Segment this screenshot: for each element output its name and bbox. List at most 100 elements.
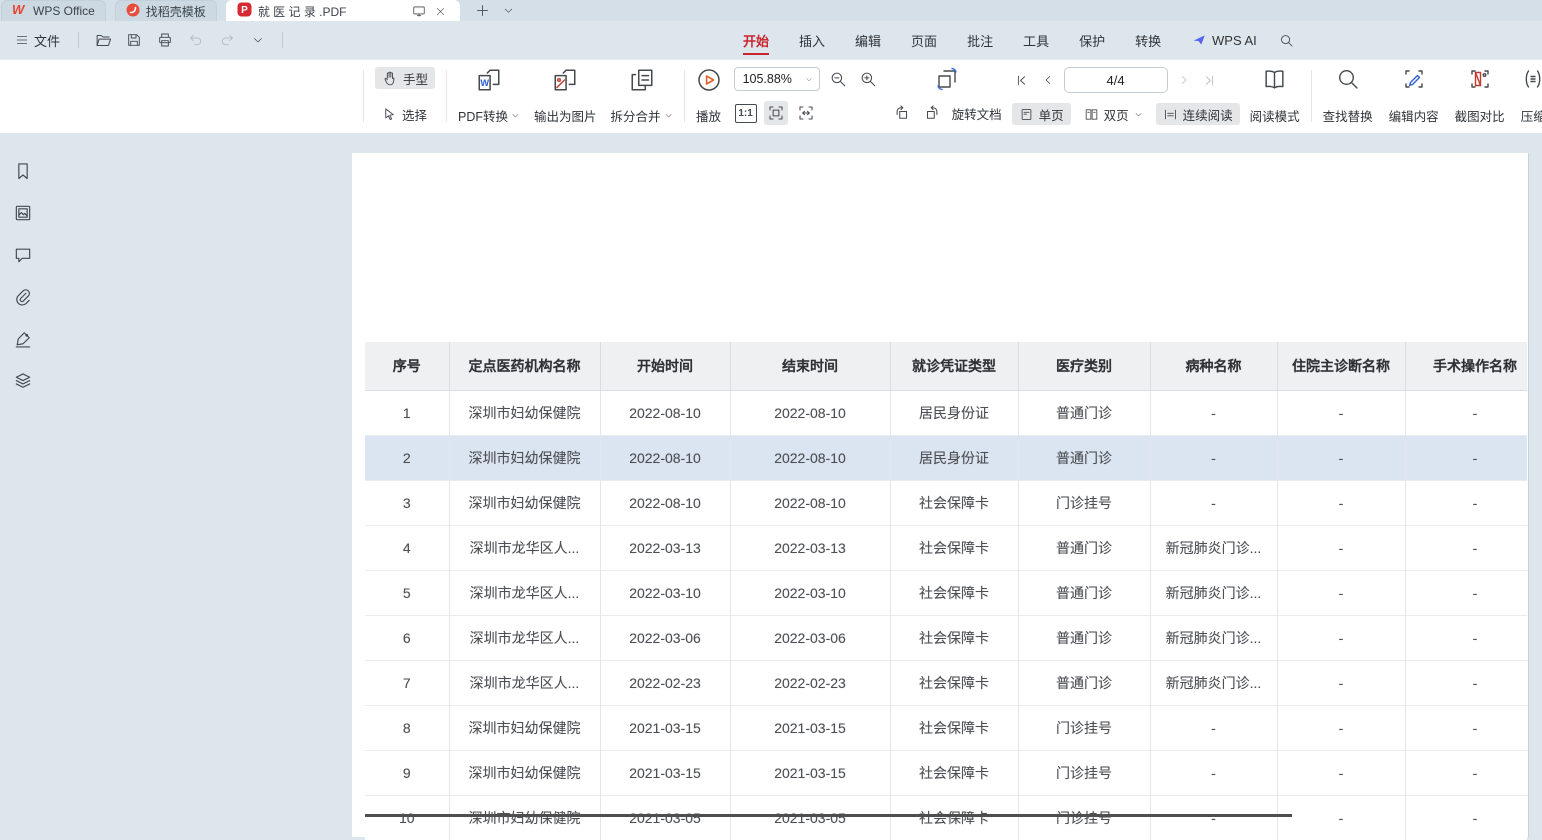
read-mode-button[interactable]: 阅读模式 <box>1250 67 1300 125</box>
monitor-icon[interactable] <box>411 3 427 19</box>
redo-button[interactable] <box>216 29 238 51</box>
fit-width-button[interactable] <box>794 101 818 125</box>
table-header-cell: 结束时间 <box>730 342 890 391</box>
divider <box>282 32 283 48</box>
zoom-in-icon <box>859 70 877 88</box>
thumbnails-panel-button[interactable] <box>11 201 35 225</box>
menu-item-2[interactable]: 插入 <box>784 21 840 59</box>
save-button[interactable] <box>123 29 145 51</box>
pdf-page[interactable]: 序号定点医药机构名称开始时间结束时间就诊凭证类型医疗类别病种名称住院主诊断名称手… <box>352 153 1529 837</box>
table-cell: 5 <box>365 571 449 616</box>
select-tool-button[interactable]: 选择 <box>375 103 435 125</box>
table-cell: 2022-03-10 <box>730 571 890 616</box>
table-cell: 2022-08-10 <box>600 391 730 436</box>
new-tab-button[interactable] <box>475 3 491 19</box>
table-cell: 2022-03-13 <box>730 526 890 571</box>
undo-icon <box>188 32 204 48</box>
pdf-convert-button[interactable]: W PDF转换 <box>458 67 520 125</box>
table-cell: 2022-03-10 <box>600 571 730 616</box>
file-menu-button[interactable]: 文件 <box>10 28 65 53</box>
compress-button[interactable]: 压缩 <box>1521 67 1542 125</box>
quickbar-more-chevron-icon[interactable] <box>247 29 269 51</box>
tab-medical-record-pdf[interactable]: P 就 医 记 录 .PDF <box>226 0 460 21</box>
zoom-level-combobox[interactable] <box>734 67 820 91</box>
tab-wps-office[interactable]: W WPS Office <box>1 0 106 21</box>
table-cell: - <box>1150 436 1277 481</box>
table-cell: 社会保障卡 <box>890 706 1018 751</box>
export-image-button[interactable]: 输出为图片 <box>534 67 597 125</box>
page-indicator-box[interactable] <box>1064 67 1168 93</box>
table-cell: - <box>1277 706 1405 751</box>
menu-item-4[interactable]: 页面 <box>896 21 952 59</box>
zoom-in-button[interactable] <box>856 67 880 91</box>
hand-tool-button[interactable]: 手型 <box>375 67 435 89</box>
last-page-button[interactable] <box>1200 69 1220 91</box>
first-page-button[interactable] <box>1012 69 1032 91</box>
undo-button[interactable] <box>185 29 207 51</box>
split-merge-button[interactable]: 拆分合并 <box>611 67 673 125</box>
table-cell: 深圳市妇幼保健院 <box>449 391 600 436</box>
save-icon <box>126 32 142 48</box>
chevron-down-icon <box>511 111 520 120</box>
rotate-right-button[interactable] <box>920 101 944 125</box>
menu-item-7[interactable]: 保护 <box>1064 21 1120 59</box>
tab-docer-templates[interactable]: 找稻壳模板 <box>115 0 217 21</box>
zoom-out-button[interactable] <box>826 67 850 91</box>
double-page-button[interactable]: 双页 <box>1077 103 1150 125</box>
table-cell: - <box>1405 796 1527 840</box>
previous-page-button[interactable] <box>1038 69 1058 91</box>
table-cell: 深圳市龙华区人... <box>449 616 600 661</box>
menu-search-button[interactable] <box>1275 28 1299 52</box>
bookmarks-panel-button[interactable] <box>11 159 35 183</box>
fit-page-button[interactable] <box>764 101 788 125</box>
table-cell: - <box>1277 571 1405 616</box>
comments-panel-button[interactable] <box>11 243 35 267</box>
menu-item-1[interactable]: 开始 <box>728 21 784 59</box>
table-header-cell: 病种名称 <box>1150 342 1277 391</box>
close-icon[interactable] <box>433 3 449 19</box>
table-row: 2深圳市妇幼保健院2022-08-102022-08-10居民身份证普通门诊--… <box>365 436 1527 481</box>
rotate-left-icon <box>893 104 911 122</box>
print-button[interactable] <box>154 29 176 51</box>
layers-panel-button[interactable] <box>11 369 35 393</box>
table-header-cell: 手术操作名称 <box>1405 342 1527 391</box>
menu-item-5[interactable]: 批注 <box>952 21 1008 59</box>
continuous-read-button[interactable]: 连续阅读 <box>1156 103 1240 125</box>
menu-item-3[interactable]: 编辑 <box>840 21 896 59</box>
table-cell: - <box>1405 481 1527 526</box>
menu-item-wps-ai[interactable]: WPS AI <box>1180 21 1269 59</box>
table-cell: 深圳市龙华区人... <box>449 571 600 616</box>
table-cell: - <box>1405 706 1527 751</box>
divider <box>684 70 685 122</box>
rotate-left-button[interactable] <box>890 101 914 125</box>
menu-right: WPS AI <box>1180 21 1299 59</box>
tab-list-chevron-icon[interactable] <box>501 3 517 19</box>
table-cell: 门诊挂号 <box>1018 751 1150 796</box>
menu-item-6[interactable]: 工具 <box>1008 21 1064 59</box>
next-page-button[interactable] <box>1174 69 1194 91</box>
play-button[interactable]: 播放 <box>696 67 722 125</box>
edit-content-button[interactable]: 编辑内容 <box>1389 67 1439 125</box>
page-indicator-input[interactable] <box>1069 72 1163 89</box>
open-folder-icon <box>95 32 112 49</box>
open-folder-button[interactable] <box>92 29 114 51</box>
double-page-label: 双页 <box>1104 105 1129 124</box>
table-cell: - <box>1277 751 1405 796</box>
table-cell: 深圳市龙华区人... <box>449 526 600 571</box>
hand-tool-label: 手型 <box>403 69 428 88</box>
table-cell: - <box>1150 796 1277 840</box>
menu-row: 文件 开始插入编辑页面批注工具保护转换 WPS AI <box>0 21 1542 59</box>
actual-size-button[interactable]: 1:1 <box>734 101 758 125</box>
single-page-label: 单页 <box>1039 105 1064 124</box>
table-bottom-border <box>365 814 1292 817</box>
find-replace-button[interactable]: 查找替换 <box>1323 67 1373 125</box>
table-cell: - <box>1150 706 1277 751</box>
annotation-panel-button[interactable] <box>11 327 35 351</box>
zoom-level-input[interactable] <box>741 71 801 87</box>
rotate-document-label[interactable]: 旋转文档 <box>950 102 1004 124</box>
screenshot-compare-button[interactable]: 截图对比 <box>1455 67 1505 125</box>
attachments-panel-button[interactable] <box>11 285 35 309</box>
single-page-button[interactable]: 单页 <box>1012 103 1071 125</box>
table-cell: 社会保障卡 <box>890 661 1018 706</box>
menu-item-8[interactable]: 转换 <box>1120 21 1176 59</box>
